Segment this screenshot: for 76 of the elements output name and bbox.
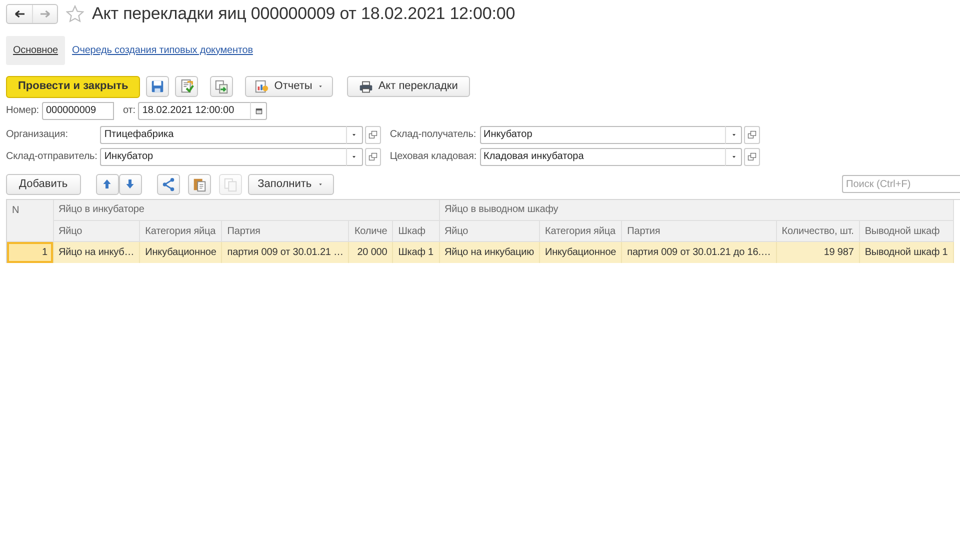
- window-title: Акт перекладки яиц 000000009 от 18.02.2021 12:00:00: [92, 3, 516, 25]
- report-icon: [254, 79, 270, 94]
- open-window-icon: [368, 130, 378, 140]
- tab[interactable]: Основное: [6, 36, 66, 64]
- number-field[interactable]: 000000009: [42, 102, 114, 120]
- column-group-header: Яйцо в выводном шкафу: [439, 200, 954, 220]
- move-up-button[interactable]: [96, 174, 119, 194]
- column-group-header: Яйцо в инкубаторе: [53, 200, 440, 220]
- field-label: Номер:: [6, 104, 39, 118]
- column-header[interactable]: Количество, шт.: [776, 220, 860, 242]
- table-cell: Инкубационное: [540, 242, 622, 262]
- calendar-button[interactable]: [250, 102, 268, 120]
- column-header[interactable]: Количе: [348, 220, 393, 242]
- select-field[interactable]: Инкубатор: [100, 148, 346, 166]
- related-button[interactable]: [210, 76, 234, 97]
- column-header[interactable]: Выводной шкаф: [859, 220, 954, 242]
- calendar-icon: [254, 106, 264, 116]
- table-cell: Яйцо на инкуб…: [53, 242, 140, 262]
- column-header[interactable]: Категория яйца: [140, 220, 222, 242]
- open-button[interactable]: [744, 126, 760, 144]
- select-field[interactable]: Кладовая инкубатора: [480, 148, 725, 166]
- post-button[interactable]: [175, 76, 198, 97]
- field-label: от:: [122, 104, 136, 118]
- table-cell: 20 000: [348, 242, 393, 262]
- date-field[interactable]: 18.02.2021 12:00:00: [138, 102, 250, 120]
- caret-icon: [316, 180, 324, 188]
- reports-button[interactable]: Отчеты: [245, 76, 334, 97]
- documents-arrow-icon: [214, 79, 230, 94]
- table-cell: 1: [7, 242, 53, 262]
- print-button[interactable]: Акт перекладки: [347, 76, 470, 97]
- back-arrow-icon: [14, 8, 26, 20]
- column-header[interactable]: Шкаф: [392, 220, 440, 242]
- open-window-icon: [747, 130, 757, 140]
- clipboard-icon: [192, 176, 207, 192]
- open-button[interactable]: [364, 126, 381, 144]
- paste-button[interactable]: [188, 174, 211, 194]
- column-header[interactable]: Партия: [222, 220, 349, 242]
- add-button[interactable]: Добавить: [6, 174, 81, 194]
- table-cell: Выводной шкаф 1: [859, 242, 954, 262]
- move-down-button[interactable]: [118, 174, 142, 194]
- down-arrow-icon: [124, 178, 136, 190]
- table-cell: Шкаф 1: [392, 242, 440, 262]
- open-button[interactable]: [744, 148, 760, 166]
- forward-arrow-icon: [39, 8, 51, 20]
- up-arrow-icon: [101, 178, 114, 190]
- field-label: Организация:: [6, 128, 69, 142]
- save-button[interactable]: [146, 76, 170, 97]
- column-header[interactable]: Яйцо: [439, 220, 540, 242]
- table-cell: партия 009 от 30.01.21 …: [222, 242, 349, 262]
- open-window-icon: [747, 152, 757, 162]
- fill-button[interactable]: Заполнить: [248, 174, 334, 194]
- printer-icon: [359, 80, 374, 94]
- table-cell: Яйцо на инкубацию: [439, 242, 540, 262]
- column-header[interactable]: Партия: [622, 220, 776, 242]
- select-field[interactable]: Инкубатор: [480, 126, 725, 144]
- tab[interactable]: Очередь создания типовых документов: [65, 36, 260, 64]
- search-field[interactable]: Поиск (Ctrl+F): [842, 175, 960, 193]
- select-field[interactable]: Птицефабрика: [100, 126, 346, 144]
- share-button[interactable]: [156, 174, 180, 194]
- copy-icon: [222, 176, 238, 192]
- column-header[interactable]: Яйцо: [53, 220, 140, 242]
- column-header[interactable]: N: [7, 200, 53, 242]
- field-label: Склад-получатель:: [390, 128, 477, 142]
- field-label: Цеховая кладовая:: [390, 150, 477, 164]
- post-and-close-button[interactable]: Провести и закрыть: [6, 76, 140, 98]
- table-cell: 19 987: [776, 242, 860, 262]
- table-cell: партия 009 от 30.01.21 до 16.…: [622, 242, 776, 262]
- document-check-icon: [179, 79, 194, 94]
- table-cell: Инкубационное: [140, 242, 222, 262]
- open-button[interactable]: [364, 148, 381, 166]
- column-header[interactable]: Категория яйца: [540, 220, 622, 242]
- star-icon[interactable]: [66, 4, 84, 23]
- branch-icon: [160, 176, 176, 192]
- open-window-icon: [368, 152, 378, 162]
- caret-icon: [317, 83, 324, 90]
- field-label: Склад-отправитель:: [6, 150, 98, 164]
